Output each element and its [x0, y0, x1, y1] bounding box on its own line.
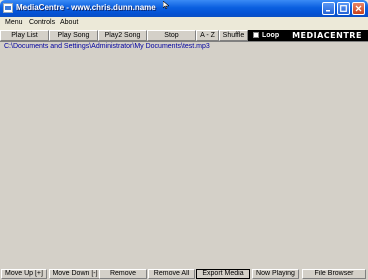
maximize-icon	[340, 5, 347, 12]
shuffle-button[interactable]: Shuffle	[219, 30, 248, 41]
play-song-button[interactable]: Play Song	[49, 30, 98, 41]
loop-checkbox[interactable]	[253, 32, 259, 38]
remove-all-button[interactable]: Remove All	[148, 269, 195, 279]
mediacentre-logo: MEDIACENTRE	[286, 30, 368, 41]
playlist-area[interactable]: C:\Documents and Settings\Administrator\…	[0, 41, 368, 268]
menu-about[interactable]: About	[60, 19, 78, 26]
play2-song-button[interactable]: Play2 Song	[98, 30, 147, 41]
remove-button[interactable]: Remove	[99, 269, 147, 279]
move-down-button[interactable]: Move Down [-]	[49, 269, 101, 279]
maximize-button[interactable]	[337, 2, 350, 15]
minimize-button[interactable]	[322, 2, 335, 15]
close-button[interactable]	[352, 2, 365, 15]
app-icon[interactable]	[3, 3, 13, 13]
loop-label: Loop	[262, 32, 280, 39]
bottom-toolbar: Move Up [+] Move Down [-] Remove Remove …	[0, 268, 368, 280]
sort-az-button[interactable]: A - Z	[196, 30, 219, 41]
menu-menu[interactable]: Menu	[5, 19, 23, 26]
stop-button[interactable]: Stop	[147, 30, 196, 41]
play-list-button[interactable]: Play List	[0, 30, 49, 41]
loop-toggle[interactable]: Loop	[248, 30, 286, 41]
app-window: MediaCentre - www.chris.dunn.name Menu C…	[0, 0, 368, 280]
menu-bar: Menu Controls About	[0, 17, 368, 29]
title-bar[interactable]: MediaCentre - www.chris.dunn.name	[0, 0, 368, 17]
move-up-button[interactable]: Move Up [+]	[1, 269, 47, 279]
menu-controls[interactable]: Controls	[29, 19, 55, 26]
playlist-entry[interactable]: C:\Documents and Settings\Administrator\…	[4, 43, 210, 50]
toolbar: Play List Play Song Play2 Song Stop A - …	[0, 30, 368, 41]
mouse-cursor-icon	[163, 1, 169, 9]
file-browser-button[interactable]: File Browser	[302, 269, 366, 279]
now-playing-button[interactable]: Now Playing	[252, 269, 299, 279]
export-media-button[interactable]: Export Media	[196, 269, 250, 279]
close-icon	[355, 5, 362, 12]
window-title: MediaCentre - www.chris.dunn.name	[16, 3, 156, 12]
minimize-icon	[326, 10, 330, 12]
